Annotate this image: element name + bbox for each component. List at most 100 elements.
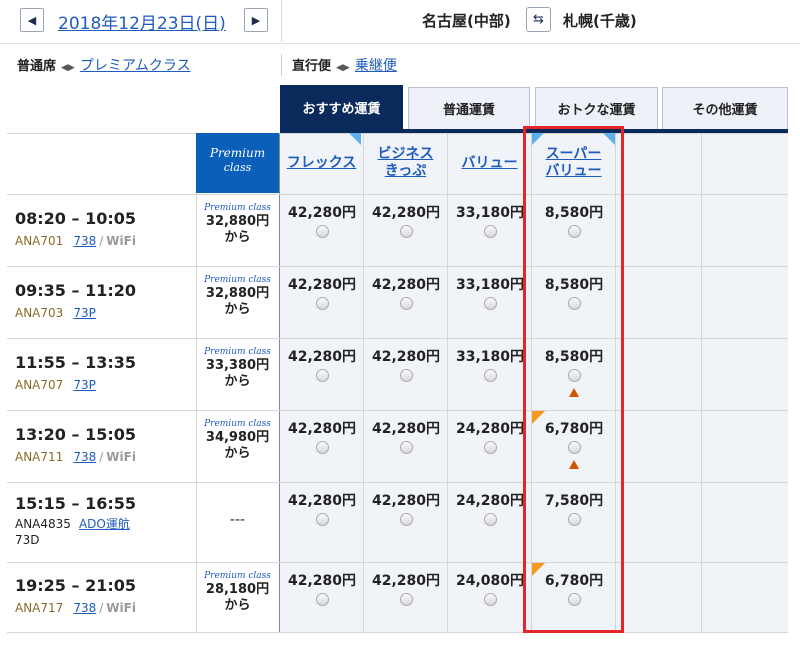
fare-table: Premium class フレックス ビジネス きっぷ バリュー スーパー バ… <box>7 133 788 633</box>
divider <box>281 0 282 42</box>
tab-recommended-fares[interactable]: おすすめ運賃 <box>280 85 403 129</box>
tab-discount-fares[interactable]: おトクな運賃 <box>535 87 658 129</box>
aircraft-link[interactable]: 738 <box>73 450 96 464</box>
aircraft-link[interactable]: 738 <box>73 601 96 615</box>
fare-cell-flex[interactable]: 42,280円 <box>280 202 364 238</box>
fare-cell-business[interactable]: 42,280円 <box>364 570 448 606</box>
column-flex-label: フレックス <box>286 154 357 171</box>
flight-time: 08:20 – 10:05 <box>15 209 136 228</box>
fare-radio[interactable] <box>315 513 329 526</box>
fare-radio[interactable] <box>315 297 329 310</box>
prev-date-button[interactable]: ◀ <box>20 8 44 32</box>
premium-fare[interactable]: Premium class 32,880円 から <box>196 203 279 246</box>
from-label: から <box>224 302 251 317</box>
premium-fare[interactable]: Premium class 34,980円 から <box>196 419 279 462</box>
fare-corner-marker <box>349 133 361 145</box>
route-type-switch: 直行便 ◀▶ 乗継便 <box>292 55 397 75</box>
fare-price: 42,280円 <box>371 277 441 293</box>
fare-price: 42,280円 <box>371 493 441 509</box>
premium-header-line2: class <box>223 161 252 174</box>
flight-time: 13:20 – 15:05 <box>15 425 136 444</box>
grid-line <box>7 562 788 563</box>
tab-regular-fares[interactable]: 普通運賃 <box>408 87 530 129</box>
aircraft-link[interactable]: 738 <box>73 234 96 248</box>
premium-fare[interactable]: Premium class 32,880円 から <box>196 275 279 318</box>
fare-cell-flex[interactable]: 42,280円 <box>280 490 364 526</box>
premium-unavailable: --- <box>229 512 246 528</box>
flight-time: 09:35 – 11:20 <box>15 281 136 300</box>
fare-price: 42,280円 <box>287 349 357 365</box>
fare-cell-value[interactable]: 24,080円 <box>448 570 532 606</box>
fare-radio[interactable] <box>483 297 497 310</box>
fare-radio[interactable] <box>483 225 497 238</box>
fare-radio[interactable] <box>483 369 497 382</box>
fare-radio[interactable] <box>399 513 413 526</box>
operator-link[interactable]: ADO運航 <box>79 517 130 531</box>
fare-radio[interactable] <box>399 297 413 310</box>
fare-cell-business[interactable]: 42,280円 <box>364 202 448 238</box>
fare-cell-business[interactable]: 42,280円 <box>364 418 448 454</box>
fare-price: 42,280円 <box>287 277 357 293</box>
fare-radio[interactable] <box>315 369 329 382</box>
tab-other-fares[interactable]: その他運賃 <box>662 87 788 129</box>
connecting-flight-link[interactable]: 乗継便 <box>355 58 397 74</box>
chevron-left-icon: ◀ <box>27 13 37 27</box>
wifi-label: WiFi <box>106 450 136 464</box>
fare-cell-value[interactable]: 33,180円 <box>448 274 532 310</box>
fare-radio[interactable] <box>315 593 329 606</box>
premium-price: 34,980円 <box>205 430 270 445</box>
fare-cell-value[interactable]: 33,180円 <box>448 346 532 382</box>
flight-number: ANA717 738/WiFi <box>15 601 136 615</box>
flight-time: 19:25 – 21:05 <box>15 576 136 595</box>
route-type-current: 直行便 <box>292 59 332 74</box>
fare-radio[interactable] <box>483 441 497 454</box>
fare-radio[interactable] <box>483 593 497 606</box>
fare-cell-value[interactable]: 33,180円 <box>448 202 532 238</box>
flight-number: ANA707 73P <box>15 378 96 392</box>
fare-radio[interactable] <box>315 225 329 238</box>
wifi-label: WiFi <box>106 234 136 248</box>
premium-fare[interactable]: Premium class 33,380円 から <box>196 347 279 390</box>
premium-price: 32,880円 <box>205 286 270 301</box>
fare-cell-business[interactable]: 42,280円 <box>364 346 448 382</box>
premium-class-header: Premium class <box>196 133 279 193</box>
swap-route-button[interactable]: ⇆ <box>526 7 551 32</box>
column-business[interactable]: ビジネス きっぷ <box>364 133 447 193</box>
fare-price: 33,180円 <box>455 277 525 293</box>
fare-cell-flex[interactable]: 42,280円 <box>280 346 364 382</box>
fare-cell-flex[interactable]: 42,280円 <box>280 570 364 606</box>
fare-radio[interactable] <box>483 513 497 526</box>
premium-class-link[interactable]: プレミアムクラス <box>80 58 191 74</box>
divider <box>0 43 800 44</box>
next-date-button[interactable]: ▶ <box>244 8 268 32</box>
selected-date[interactable]: 2018年12月23日(日) <box>58 9 226 34</box>
premium-price: 32,880円 <box>205 214 270 229</box>
premium-class-logo: Premium class <box>204 571 271 581</box>
fare-cell-value[interactable]: 24,280円 <box>448 490 532 526</box>
aircraft-link[interactable]: 73P <box>73 378 96 392</box>
flight-number-text: ANA711 <box>15 450 64 464</box>
grid-line <box>7 266 788 267</box>
flight-number-text: ANA717 <box>15 601 64 615</box>
fare-radio[interactable] <box>399 225 413 238</box>
fare-price: 42,280円 <box>287 421 357 437</box>
fare-cell-business[interactable]: 42,280円 <box>364 274 448 310</box>
divider <box>281 54 282 76</box>
fare-cell-flex[interactable]: 42,280円 <box>280 418 364 454</box>
premium-fare[interactable]: Premium class 28,180円 から <box>196 571 279 614</box>
fare-cell-flex[interactable]: 42,280円 <box>280 274 364 310</box>
flight-number: ANA4835 ADO運航 73D <box>15 516 130 548</box>
column-value[interactable]: バリュー <box>448 133 531 193</box>
fare-radio[interactable] <box>399 441 413 454</box>
fare-radio[interactable] <box>399 369 413 382</box>
fare-cell-business[interactable]: 42,280円 <box>364 490 448 526</box>
grid-line <box>7 410 788 411</box>
premium-class-logo: Premium class <box>204 419 271 429</box>
origin-airport: 名古屋(中部) <box>422 12 511 30</box>
from-label: から <box>224 374 251 389</box>
fare-cell-value[interactable]: 24,280円 <box>448 418 532 454</box>
aircraft-link[interactable]: 73P <box>73 306 96 320</box>
fare-radio[interactable] <box>315 441 329 454</box>
fare-radio[interactable] <box>399 593 413 606</box>
premium-class-logo: Premium class <box>204 275 271 285</box>
